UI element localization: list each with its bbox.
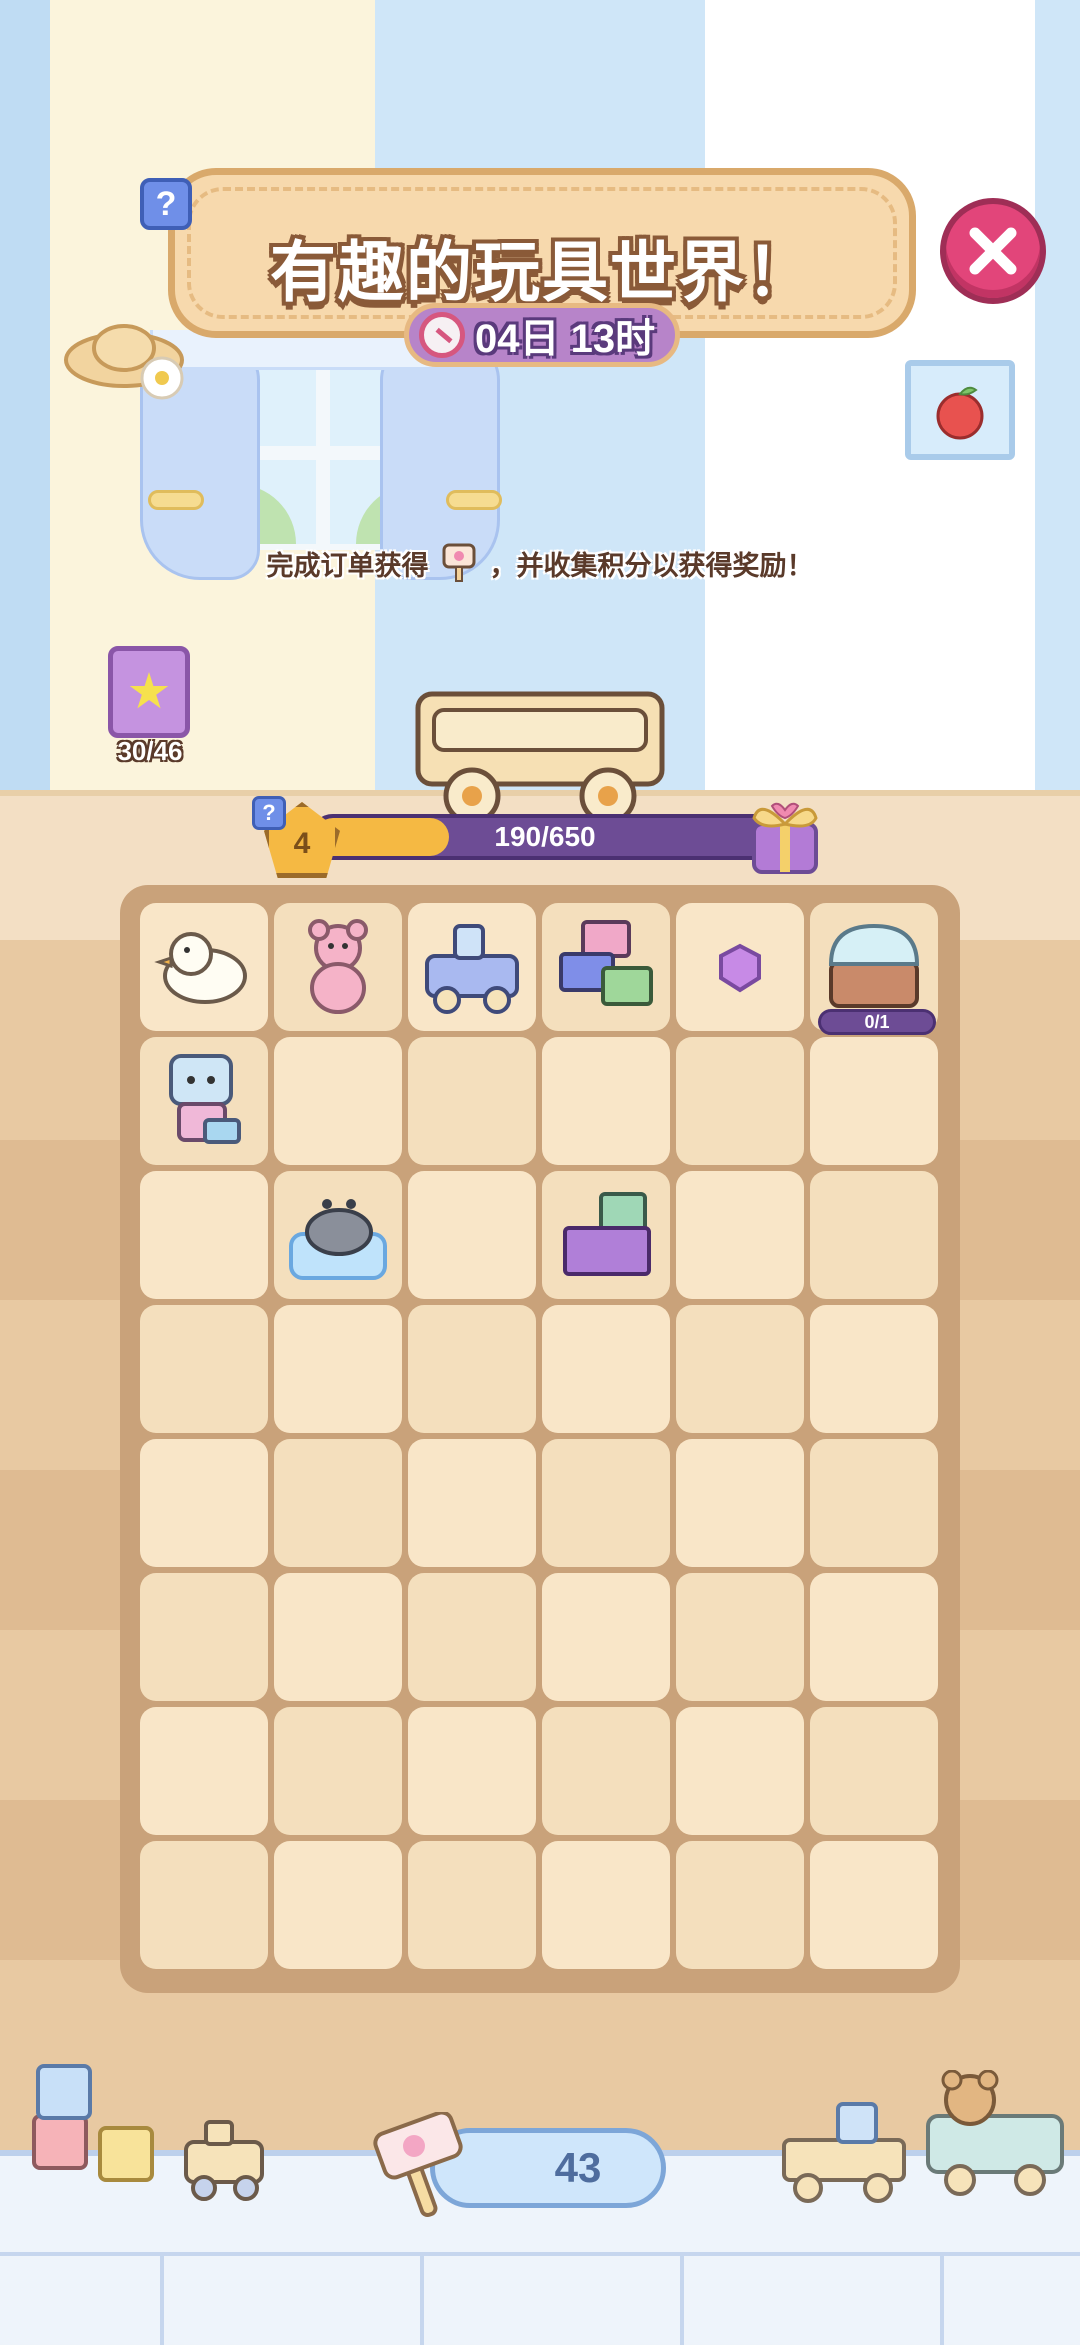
board-cell[interactable] <box>140 1305 268 1433</box>
board-cell[interactable] <box>408 1841 536 1969</box>
toy-train-decor-icon <box>184 2120 264 2201</box>
board-cell[interactable] <box>542 1707 670 1835</box>
board-cell[interactable] <box>810 1305 938 1433</box>
board-cell[interactable] <box>676 1037 804 1165</box>
hammer-icon <box>373 2112 463 2218</box>
board-cell[interactable] <box>274 1171 402 1299</box>
board-cell[interactable] <box>676 1707 804 1835</box>
board-cell[interactable] <box>274 1037 402 1165</box>
clock-icon <box>419 312 465 358</box>
board-cell[interactable] <box>810 1841 938 1969</box>
event-title: 有趣的玩具世界！ <box>270 235 814 309</box>
sign-token-icon <box>442 543 476 583</box>
board-cell[interactable] <box>810 1573 938 1701</box>
board-cell[interactable] <box>408 1439 536 1567</box>
board-cell[interactable] <box>676 1171 804 1299</box>
board-cell[interactable] <box>810 1037 938 1165</box>
board-cell[interactable] <box>274 1707 402 1835</box>
board-cell[interactable] <box>274 1573 402 1701</box>
board-cell[interactable] <box>140 903 268 1031</box>
hammer-count: 43 <box>554 2144 602 2191</box>
straw-hat-icon <box>64 324 184 400</box>
close-button[interactable] <box>940 198 1046 304</box>
wall-picture-apple <box>905 360 1015 460</box>
bear-cart-icon <box>926 2070 1064 2196</box>
board-cell[interactable] <box>810 1707 938 1835</box>
event-description-before: 完成订单获得 <box>266 550 429 581</box>
board-cell[interactable] <box>140 1707 268 1835</box>
board-cell[interactable] <box>542 903 670 1031</box>
abc-blocks-icon <box>32 2064 154 2182</box>
duck-toy-icon[interactable] <box>149 912 259 1022</box>
teddy-bear-icon[interactable] <box>283 912 393 1022</box>
board-cell[interactable] <box>676 903 804 1031</box>
points-progress-bar: 190/650 <box>310 814 780 860</box>
board-cell[interactable] <box>408 1573 536 1701</box>
building-blocks-large-icon[interactable] <box>551 912 661 1022</box>
board-cell[interactable] <box>542 1171 670 1299</box>
toy-chest-icon[interactable] <box>819 912 929 1022</box>
board-cell[interactable] <box>676 1841 804 1969</box>
event-description-after: ，并收集积分以获得奖励！ <box>489 550 814 581</box>
board-cell[interactable] <box>408 1305 536 1433</box>
board-cell[interactable] <box>542 1305 670 1433</box>
collection-count: 30/46 <box>117 736 183 766</box>
board-cell[interactable] <box>140 1037 268 1165</box>
bath-toy-icon[interactable] <box>283 1180 393 1290</box>
close-icon <box>969 227 1017 275</box>
board-cell[interactable] <box>408 1707 536 1835</box>
points-progress: 190/650 4 ? <box>252 796 818 878</box>
board-cell[interactable] <box>542 1439 670 1567</box>
board-cell[interactable] <box>140 1573 268 1701</box>
board-cell[interactable] <box>676 1439 804 1567</box>
progress-help-button[interactable]: ? <box>252 796 286 830</box>
board-cell[interactable] <box>140 1841 268 1969</box>
event-timer-text: 04日 13时 <box>475 317 656 361</box>
board-cell[interactable] <box>274 1439 402 1567</box>
robot-toy-icon[interactable] <box>149 1046 259 1156</box>
board-cell[interactable] <box>542 1841 670 1969</box>
board-cell[interactable] <box>676 1305 804 1433</box>
event-description: 完成订单获得 ，并收集积分以获得奖励！ <box>0 543 1080 583</box>
purple-gem-icon[interactable] <box>685 912 795 1022</box>
board-cell[interactable] <box>810 1439 938 1567</box>
board-cell[interactable] <box>408 1037 536 1165</box>
building-blocks-small-icon[interactable] <box>551 1180 661 1290</box>
board-cell[interactable] <box>274 1305 402 1433</box>
reward-gift-icon[interactable] <box>740 788 830 878</box>
board-cell[interactable] <box>408 903 536 1031</box>
board-cell[interactable] <box>542 1573 670 1701</box>
board-cell[interactable]: 0/1 <box>810 903 938 1035</box>
event-timer: 04日 13时 <box>404 303 680 367</box>
star-icon <box>129 672 169 709</box>
event-help-button[interactable]: ? <box>140 178 192 230</box>
collection-book-button[interactable] <box>108 646 190 738</box>
merge-board: 0/1 <box>120 885 960 1993</box>
points-progress-text: 190/650 <box>494 821 596 852</box>
board-cell[interactable] <box>408 1171 536 1299</box>
board-cell[interactable] <box>542 1037 670 1165</box>
board-cell[interactable] <box>140 1171 268 1299</box>
board-cell[interactable] <box>810 1171 938 1299</box>
toy-truck-icon <box>782 2102 906 2203</box>
item-progress-badge: 0/1 <box>818 1009 936 1035</box>
board-cell[interactable] <box>274 1841 402 1969</box>
board-cell[interactable] <box>676 1573 804 1701</box>
apple-icon <box>936 386 984 440</box>
board-cell[interactable] <box>274 903 402 1031</box>
board-cell[interactable] <box>140 1439 268 1567</box>
toy-train-icon[interactable] <box>417 912 527 1022</box>
